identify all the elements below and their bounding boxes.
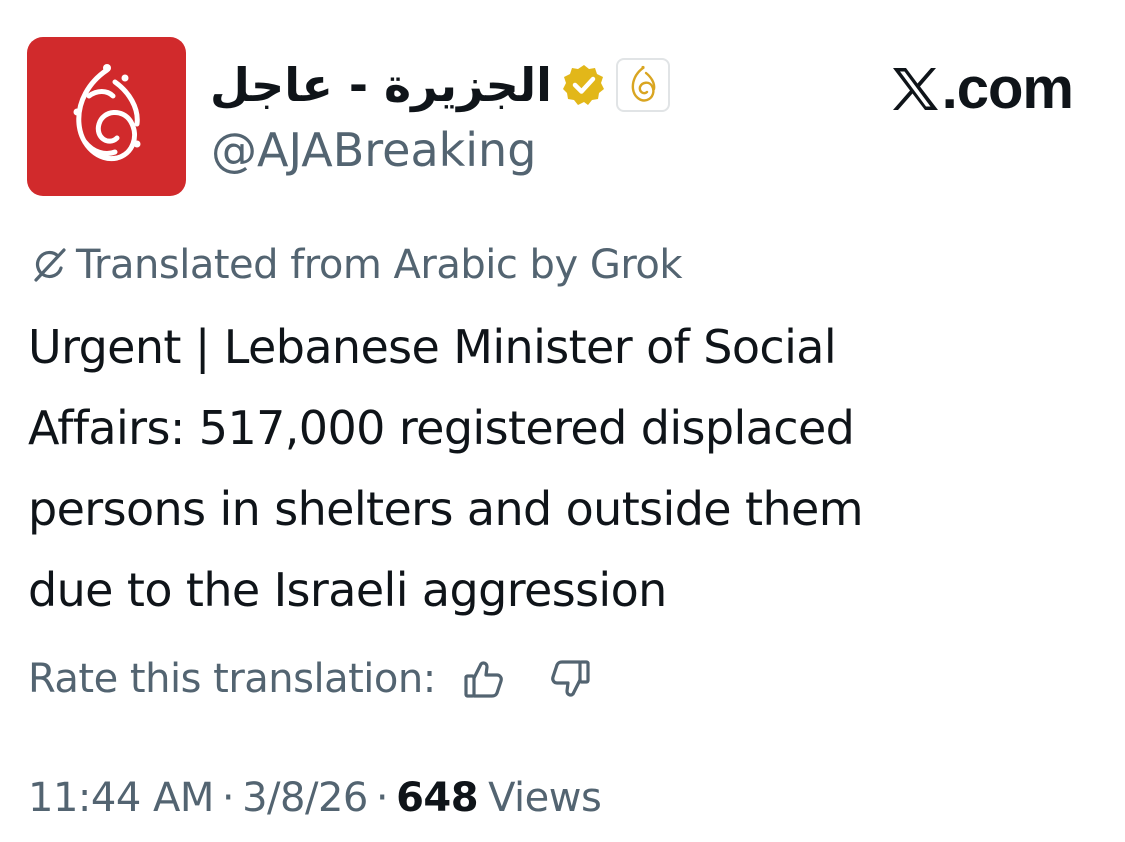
x-domain-text: .com [941,56,1074,121]
tweet-time[interactable]: 11:44 AM [28,770,214,826]
views-label: Views [488,775,602,821]
translation-notice-text: Translated from Arabic by Grok [76,242,683,288]
display-name[interactable]: الجزيرة - عاجل [210,50,552,120]
tweet-meta: 11:44 AM · 3/8/26 · 648 Views [28,770,602,826]
tweet-text-line: Urgent | Lebanese Minister of Social [28,320,837,374]
aljazeera-logo-icon [73,63,140,161]
account-name-row: الجزيرة - عاجل [210,50,670,120]
tweet-text-line: due to the Israeli aggression [28,563,667,617]
tweet-text-line: Affairs: 517,000 registered displaced [28,401,855,455]
thumbs-up-button[interactable] [458,654,508,704]
thumbs-down-icon [550,660,590,697]
tweet-text: Urgent | Lebanese Minister of Social Aff… [28,307,1028,631]
meta-separator: · [221,775,235,821]
tweet-text-line: persons in shelters and outside them [28,482,864,536]
verified-badge-icon[interactable] [562,63,606,107]
meta-separator: · [375,775,389,821]
views-count: 648 [396,775,479,821]
translation-notice: Translated from Arabic by Grok [28,240,683,290]
grok-icon [34,248,66,282]
rate-translation-row: Rate this translation: [28,650,596,708]
x-logo[interactable]: .com [890,56,1074,121]
x-logo-icon [892,68,938,110]
tweet-date[interactable]: 3/8/26 [242,770,368,826]
affiliate-badge[interactable] [615,58,670,112]
thumbs-up-icon [464,661,503,698]
aljazeera-logo-icon [631,65,656,102]
rate-translation-label: Rate this translation: [28,656,436,702]
thumbs-down-button[interactable] [546,654,596,704]
account-handle[interactable]: @AJABreaking [211,120,536,180]
avatar[interactable] [27,37,186,196]
